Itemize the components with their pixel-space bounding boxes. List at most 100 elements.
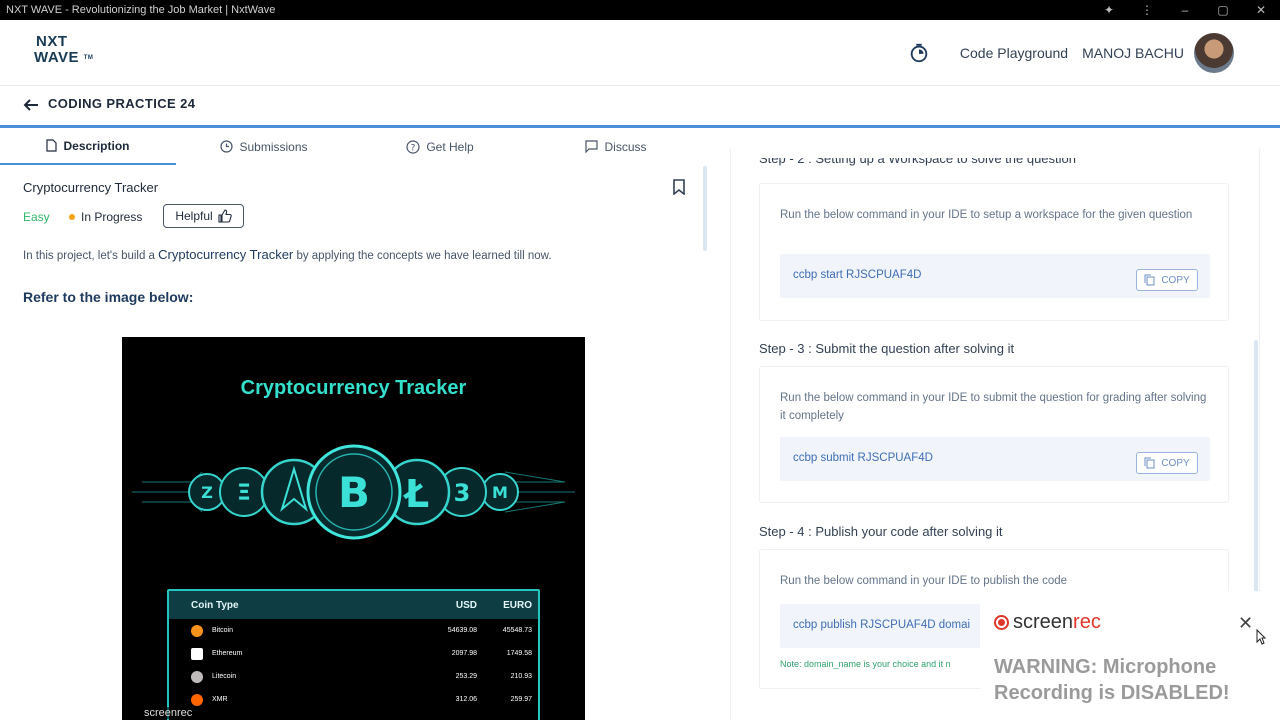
svg-text:M: M (492, 483, 508, 502)
svg-text:Ł: Ł (403, 472, 429, 516)
step-4-text: Run the below command in your IDE to pub… (780, 575, 1068, 587)
preview-coin-table: Coin Type USD EURO Bitcoin 54639.08 4554… (167, 589, 540, 720)
screenrec-popup: screen rec ✕ WARNING: Microphone Recordin… (980, 591, 1268, 720)
chat-icon (585, 140, 599, 153)
tab-discuss-label: Discuss (604, 139, 647, 154)
header-euro: EURO (503, 599, 532, 611)
record-icon (994, 615, 1009, 630)
screenrec-brand-b: rec (1073, 611, 1101, 633)
step-2-card: Run the below command in your IDE to set… (759, 183, 1229, 321)
tab-get-help[interactable]: ? Get Help (352, 128, 528, 165)
bookmark-icon[interactable] (672, 179, 686, 195)
tab-discuss[interactable]: Discuss (528, 128, 704, 165)
step-3-command: ccbp submit RJSCPUAF4D (793, 452, 933, 464)
step-4-note: Note: domain_name is your choice and it … (780, 659, 951, 669)
svg-text:?: ? (411, 143, 416, 153)
code-playground-link[interactable]: Code Playground (960, 45, 1068, 61)
xmr-icon (191, 693, 203, 706)
avatar[interactable] (1194, 33, 1234, 73)
screenrec-logo: screen rec (994, 611, 1101, 634)
nxtwave-logo[interactable]: NXT WAVE TM (34, 34, 104, 74)
step-3-text: Run the below command in your IDE to sub… (780, 392, 1207, 422)
tab-description-label: Description (63, 138, 130, 153)
table-row: Ethereum 2097.98 1749.58 (169, 642, 538, 665)
tab-submissions[interactable]: Submissions (176, 128, 352, 165)
intro-strong: Cryptocurrency Tracker (158, 247, 294, 262)
tab-description[interactable]: Description (0, 128, 176, 165)
header-coin-type: Coin Type (191, 599, 239, 611)
logo-tm: TM (83, 55, 94, 61)
window-controls: ✦ ⋮ – ▢ ✕ (1090, 0, 1280, 20)
maximize-button[interactable]: ▢ (1204, 0, 1242, 20)
bitcoin-icon (191, 624, 203, 637)
svg-text:Z: Z (201, 483, 213, 502)
step-4-heading: Step - 4 : Publish your code after solvi… (759, 524, 1003, 539)
copy-label: COPY (1161, 457, 1190, 469)
step-2-heading: Step - 2 : Setting up a Workspace to sol… (759, 158, 1077, 166)
status-dot (69, 214, 75, 220)
ethereum-icon (191, 647, 203, 660)
tab-get-help-label: Get Help (426, 139, 474, 154)
close-window-button[interactable]: ✕ (1242, 0, 1280, 20)
coin-usd: 253.29 (455, 673, 477, 680)
step-2-command: ccbp start RJSCPUAF4D (793, 269, 922, 281)
preview-table-header: Coin Type USD EURO (169, 591, 538, 619)
coin-euro: 1749.58 (506, 650, 532, 657)
close-icon[interactable]: ✕ (1238, 613, 1253, 634)
status-badge: In Progress (69, 210, 142, 224)
step-3-card: Run the below command in your IDE to sub… (759, 366, 1229, 503)
tab-submissions-label: Submissions (239, 139, 308, 154)
minimize-button[interactable]: – (1166, 0, 1204, 20)
copy-button[interactable]: COPY (1136, 269, 1198, 291)
coin-name: XMR (212, 696, 228, 703)
refer-heading: Refer to the image below: (23, 289, 194, 305)
svg-text:3: 3 (454, 479, 471, 507)
document-icon (46, 139, 58, 152)
coin-name: Litecoin (212, 673, 237, 680)
stopwatch-icon[interactable] (908, 42, 930, 64)
intro-before: In this project, let's build a (23, 250, 159, 262)
step-2-command-box: ccbp start RJSCPUAF4D COPY (780, 254, 1210, 298)
coin-euro: 259.97 (510, 696, 532, 703)
preview-image: Cryptocurrency Tracker B Ł 3 Ξ Z M Coin … (122, 337, 585, 720)
table-row: Litecoin 253.29 210.93 (169, 665, 538, 688)
step-3-heading: Step - 3 : Submit the question after sol… (759, 341, 1015, 356)
right-scrollbar[interactable] (1254, 340, 1258, 600)
copy-icon (1144, 274, 1155, 286)
coin-euro: 45548.73 (502, 627, 532, 634)
thumbs-up-icon (218, 209, 232, 223)
description-content: Cryptocurrency Tracker Easy In Progress … (0, 165, 700, 720)
copy-button[interactable]: COPY (1136, 452, 1198, 474)
helpful-label: Helpful (175, 209, 213, 223)
extensions-icon[interactable]: ✦ (1090, 0, 1128, 20)
intro-after: by applying the concepts we have learned… (293, 250, 552, 262)
status-label: In Progress (81, 210, 143, 224)
logo-line2: WAVE (34, 49, 80, 66)
practice-title: CODING PRACTICE 24 (48, 96, 196, 111)
step-2-text: Run the below command in your IDE to set… (780, 209, 1193, 221)
difficulty-badge: Easy (23, 210, 50, 224)
coin-usd: 2097.98 (451, 650, 477, 657)
screenrec-watermark: screenrec (140, 707, 197, 719)
question-title: Cryptocurrency Tracker (23, 180, 159, 195)
coin-name: Ethereum (212, 650, 243, 657)
copy-icon (1144, 457, 1155, 469)
description-pane: Description Submissions ? Get Help Discu… (0, 128, 710, 720)
app-header: NXT WAVE TM Code Playground MANOJ BACHU (0, 20, 1280, 86)
back-arrow-icon[interactable] (22, 96, 40, 114)
intro-text: In this project, let's build a Cryptocur… (23, 247, 552, 262)
tab-bar: Description Submissions ? Get Help Discu… (0, 128, 710, 165)
help-icon: ? (406, 139, 420, 154)
table-row: Bitcoin 54639.08 45548.73 (169, 619, 538, 642)
username[interactable]: MANOJ BACHU (1082, 45, 1184, 61)
preview-title: Cryptocurrency Tracker (240, 377, 467, 399)
step-3-command-box: ccbp submit RJSCPUAF4D COPY (780, 437, 1210, 481)
more-icon[interactable]: ⋮ (1128, 0, 1166, 20)
left-scrollbar[interactable] (703, 166, 707, 251)
table-row: XMR 312.06 259.97 (169, 688, 538, 711)
litecoin-icon (191, 670, 203, 683)
clock-icon (220, 140, 234, 153)
header-right: Code Playground MANOJ BACHU (908, 32, 1234, 74)
helpful-button[interactable]: Helpful (163, 204, 244, 228)
copy-label: COPY (1161, 274, 1190, 286)
